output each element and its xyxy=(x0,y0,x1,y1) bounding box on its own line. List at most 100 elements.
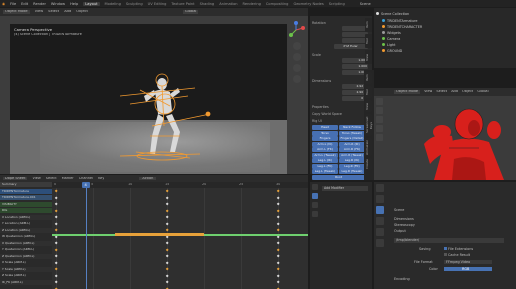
view-layer-tab-icon[interactable] xyxy=(376,217,384,225)
workspace-tab-layout[interactable]: Layout xyxy=(83,1,100,6)
rig-layer-button[interactable]: Leg.L (IK) xyxy=(312,158,338,163)
cache-result-checkbox[interactable]: Cache Result xyxy=(444,253,470,257)
transform-orientation-dropdown[interactable]: Global xyxy=(182,10,199,14)
dopesheet-menu-key[interactable]: Key xyxy=(98,177,104,181)
character-closeup-viewport[interactable] xyxy=(374,96,516,180)
channel-row[interactable]: X Scale (ARM.L) xyxy=(0,260,52,265)
rig-layer-button[interactable]: Leg.R (Tweak) xyxy=(339,169,365,174)
keyframe[interactable] xyxy=(276,254,280,259)
rig-layer-button[interactable]: Arm.R (Tweak) xyxy=(339,152,365,158)
viewport-menu-select[interactable]: Select xyxy=(48,10,59,14)
rig-layer-button[interactable]: Torso xyxy=(312,130,338,136)
rig-layer-button[interactable]: Leg.L (FK) xyxy=(312,163,338,169)
camera-view-icon[interactable] xyxy=(293,64,301,72)
keyframe[interactable] xyxy=(165,248,169,252)
rig-layer-button[interactable]: Head xyxy=(312,125,338,130)
workspace-tab-rendering[interactable]: Rendering xyxy=(243,2,261,6)
keyframe[interactable] xyxy=(276,228,280,233)
keyframe[interactable] xyxy=(165,196,169,200)
workspace-tab-shading[interactable]: Shading xyxy=(200,2,215,6)
side-tab-create[interactable]: Create xyxy=(365,158,372,170)
playhead[interactable] xyxy=(85,182,87,289)
rigged-character[interactable] xyxy=(100,66,220,166)
channel-row[interactable]: Z Scale (ARM.L) xyxy=(0,273,52,278)
channel-row[interactable]: IK_FK (ARM.L) xyxy=(0,279,52,285)
blender-logo-icon[interactable]: ◉ xyxy=(2,2,5,6)
keyframe[interactable] xyxy=(54,280,58,285)
outliner-row[interactable]: TRIDENTArmature xyxy=(382,18,417,23)
3d-viewport[interactable]: Camera Perspective (4) Scene Collection … xyxy=(0,16,308,174)
keyframe[interactable] xyxy=(276,261,280,265)
outliner-row[interactable]: Light xyxy=(382,42,395,47)
keyframe[interactable] xyxy=(165,267,169,272)
keyframe[interactable] xyxy=(276,241,280,246)
keyframe[interactable] xyxy=(165,261,169,265)
keyframe[interactable] xyxy=(54,196,58,200)
dopesheet-mode-dropdown[interactable]: Dope Sheet xyxy=(3,176,28,181)
keyframe[interactable] xyxy=(276,222,280,226)
keyframe[interactable] xyxy=(165,215,169,220)
render-tab-icon[interactable] xyxy=(376,195,384,203)
scene-selector[interactable]: Scene xyxy=(360,2,371,6)
keyframe[interactable] xyxy=(276,267,280,272)
menu-help[interactable]: Help xyxy=(70,2,78,6)
channel-row[interactable]: Z Quaternion (ARM.L) xyxy=(0,253,52,259)
channel-row[interactable]: Z Location (ARM.L) xyxy=(0,227,52,233)
channel-row[interactable]: RIG xyxy=(0,208,52,213)
channel-row[interactable]: Y Location (ARM.L) xyxy=(0,221,52,226)
side-tab-tool[interactable]: Tool xyxy=(365,86,372,98)
keyframe[interactable] xyxy=(276,202,280,207)
keyframe[interactable] xyxy=(54,202,58,207)
keyframe[interactable] xyxy=(54,241,58,246)
outliner-row[interactable]: Camera xyxy=(382,36,400,41)
outliner-row[interactable]: TRIDENTCHARACTER xyxy=(382,24,422,29)
current-frame-indicator[interactable]: 4 xyxy=(81,182,90,188)
workspace-tab-geometry-nodes[interactable]: Geometry Nodes xyxy=(293,2,323,6)
scale-tool-icon[interactable] xyxy=(376,134,383,141)
side-tab-item[interactable]: Item xyxy=(365,72,372,84)
perspective-toggle-icon[interactable] xyxy=(293,75,301,83)
panel-dimensions[interactable]: Dimensions xyxy=(394,217,414,221)
viewport-menu-object[interactable]: Object xyxy=(76,10,88,14)
viewport2-menu-add[interactable]: Add xyxy=(451,90,458,94)
workspace-tab-sculpting[interactable]: Sculpting xyxy=(126,2,143,6)
viewport2-menu-view[interactable]: View xyxy=(424,90,432,94)
keyframe[interactable] xyxy=(54,222,58,226)
dopesheet-menu-marker[interactable]: Marker xyxy=(62,177,74,181)
viewport2-transform-dropdown[interactable]: Global xyxy=(477,90,488,94)
keyframe[interactable] xyxy=(165,280,169,285)
menu-edit[interactable]: Edit xyxy=(21,2,28,6)
keyframe[interactable] xyxy=(276,189,280,194)
viewport2-mode-dropdown[interactable]: Object Mode xyxy=(394,90,421,94)
rig-layer-button[interactable]: Leg.L (Tweak) xyxy=(312,169,338,174)
channel-row[interactable]: TRIDENTArmature xyxy=(0,188,52,194)
keyframe[interactable] xyxy=(276,215,280,220)
scene-tab-icon[interactable] xyxy=(376,228,384,236)
workspace-tab-scripting[interactable]: Scripting xyxy=(329,2,345,6)
panel-encoding[interactable]: Encoding xyxy=(394,277,410,281)
channel-row[interactable]: X Location (ARM.L) xyxy=(0,214,52,220)
tab-item[interactable]: Item xyxy=(365,18,372,32)
file-format-dropdown[interactable]: FFmpeg Video xyxy=(444,260,492,264)
workspace-tab-texture-paint[interactable]: Texture Paint xyxy=(171,2,194,6)
keyframe[interactable] xyxy=(165,254,169,259)
dopesheet-menu-view[interactable]: View xyxy=(32,177,40,181)
side-tab-animation[interactable]: Animation xyxy=(365,138,372,156)
menu-render[interactable]: Render xyxy=(33,2,46,6)
rig-layer-button[interactable]: Fingers xyxy=(312,136,338,141)
outliner-scene-collection[interactable]: Scene Collection xyxy=(376,11,409,16)
viewport-menu-add[interactable]: Add xyxy=(64,10,71,14)
select-tool-icon[interactable] xyxy=(376,98,383,105)
navigation-gizmo[interactable] xyxy=(286,20,306,40)
keyframe[interactable] xyxy=(54,254,58,259)
viewport2-menu-select[interactable]: Select xyxy=(436,90,447,94)
properties-section[interactable]: Properties xyxy=(312,105,329,109)
keyframe[interactable] xyxy=(276,209,280,213)
keyframe[interactable] xyxy=(54,261,58,265)
action-selector[interactable]: Action xyxy=(139,176,157,181)
channel-row[interactable]: Summary xyxy=(0,182,52,187)
dopesheet-timeline[interactable]: 0 5 10 15 20 25 30 4 xyxy=(52,182,308,289)
keyframe[interactable] xyxy=(54,189,58,194)
rig-layer-button[interactable]: Leg.R (IK) xyxy=(339,158,365,163)
world-tab-icon[interactable] xyxy=(376,239,384,247)
